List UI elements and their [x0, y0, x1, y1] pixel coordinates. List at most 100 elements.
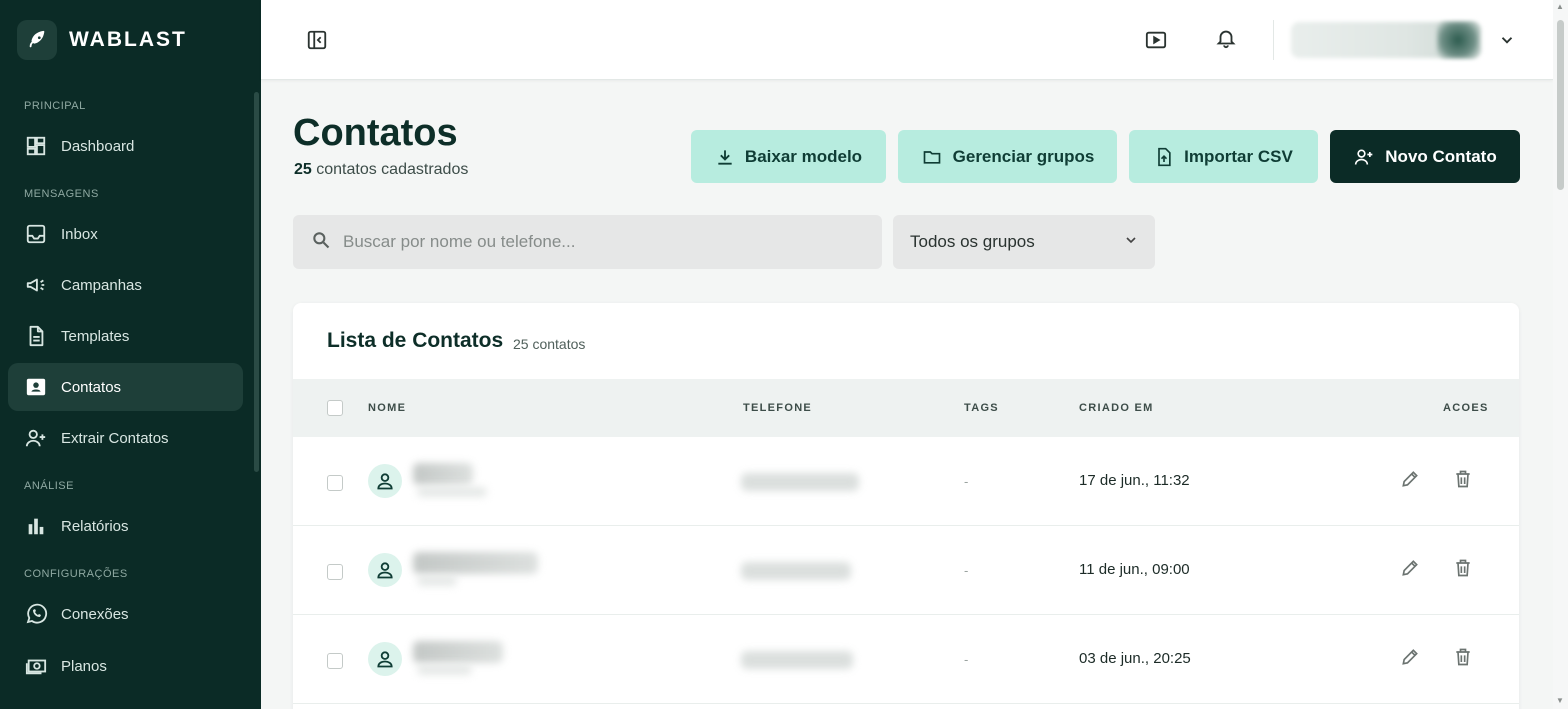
- sidebar-item-label: Campanhas: [61, 276, 142, 294]
- user-plus-icon: [24, 426, 48, 450]
- inbox-icon: [24, 222, 48, 246]
- column-header-phone[interactable]: TELEFONE: [743, 402, 812, 414]
- subtitle-text: contatos cadastrados: [311, 161, 469, 178]
- sidebar-item-extrair-contatos[interactable]: Extrair Contatos: [8, 414, 243, 462]
- contact-phone-redacted: [741, 473, 859, 491]
- select-all-checkbox[interactable]: [327, 400, 343, 416]
- sidebar-item-label: Planos: [61, 657, 107, 675]
- sidebar-toggle-icon[interactable]: [303, 26, 331, 54]
- sidebar-item-inbox[interactable]: Inbox: [8, 210, 243, 258]
- edit-icon[interactable]: [1396, 554, 1424, 582]
- download-icon: [715, 147, 735, 167]
- sidebar-scrollbar[interactable]: [254, 92, 259, 472]
- trash-icon[interactable]: [1449, 643, 1477, 671]
- avatar: [368, 464, 402, 498]
- contact-count: 25: [294, 161, 312, 178]
- sidebar-item-templates[interactable]: Templates: [8, 312, 243, 360]
- tags-cell: -: [964, 652, 969, 667]
- contacts-list-card: Lista de Contatos 25 contatos NOME TELEF…: [293, 303, 1519, 709]
- sidebar-item-planos[interactable]: Planos: [8, 642, 243, 690]
- sidebar-item-label: Templates: [61, 327, 130, 345]
- table-row[interactable]: - 17 de jun., 11:32: [293, 437, 1519, 526]
- created-at-cell: 11 de jun., 09:00: [1079, 561, 1190, 578]
- page-scrollbar[interactable]: ▲ ▼: [1553, 0, 1568, 709]
- new-contact-label: Novo Contato: [1385, 146, 1497, 166]
- manage-groups-button[interactable]: Gerenciar grupos: [898, 130, 1117, 183]
- contact-phone-redacted: [741, 651, 853, 669]
- contact-name-redacted: [413, 552, 538, 574]
- section-label-principal: PRINCIPAL: [24, 100, 86, 112]
- list-title: Lista de Contatos: [327, 329, 504, 352]
- group-select-value: Todos os grupos: [910, 232, 1035, 251]
- sidebar-item-dashboard[interactable]: Dashboard: [8, 122, 243, 170]
- chevron-down-icon: [1123, 232, 1139, 253]
- section-label-configuracoes: CONFIGURAÇÕES: [24, 568, 128, 580]
- topbar: [261, 0, 1553, 80]
- created-at-cell: 03 de jun., 20:25: [1079, 650, 1191, 667]
- trash-icon[interactable]: [1449, 465, 1477, 493]
- column-header-actions: ACOES: [1443, 402, 1489, 414]
- sidebar-item-contatos[interactable]: Contatos: [8, 363, 243, 411]
- edit-icon[interactable]: [1396, 643, 1424, 671]
- row-checkbox[interactable]: [327, 564, 343, 580]
- bar-chart-icon: [24, 514, 48, 538]
- row-checkbox[interactable]: [327, 475, 343, 491]
- column-header-tags[interactable]: TAGS: [964, 402, 999, 414]
- trash-icon[interactable]: [1449, 554, 1477, 582]
- brand[interactable]: WABLAST: [17, 20, 187, 60]
- whatsapp-icon: [24, 602, 48, 626]
- sidebar-item-relatorios[interactable]: Relatórios: [8, 502, 243, 550]
- created-at-cell: 17 de jun., 11:32: [1079, 472, 1190, 489]
- contact-name-redacted: [413, 641, 503, 663]
- sidebar-item-campanhas[interactable]: Campanhas: [8, 261, 243, 309]
- sidebar-item-label: Conexões: [61, 605, 129, 623]
- contact-subtext-redacted: [417, 576, 457, 586]
- sidebar-item-label: Dashboard: [61, 137, 135, 155]
- sidebar-item-label: Extrair Contatos: [61, 429, 169, 447]
- import-csv-label: Importar CSV: [1184, 146, 1293, 166]
- search-box[interactable]: [293, 215, 882, 269]
- chevron-down-icon[interactable]: [1493, 26, 1521, 54]
- sidebar-item-label: Relatórios: [61, 517, 129, 535]
- section-label-mensagens: MENSAGENS: [24, 188, 99, 200]
- section-label-analise: ANÁLISE: [24, 480, 74, 492]
- column-header-created[interactable]: CRIADO EM: [1079, 402, 1154, 414]
- download-template-label: Baixar modelo: [744, 146, 863, 166]
- tags-cell: -: [964, 474, 969, 489]
- import-csv-button[interactable]: Importar CSV: [1129, 130, 1318, 183]
- new-contact-button[interactable]: Novo Contato: [1330, 130, 1520, 183]
- page-subtitle: 25 contatos cadastrados: [294, 161, 468, 179]
- contact-name-redacted: [413, 463, 473, 485]
- sidebar-item-conexoes[interactable]: Conexões: [8, 590, 243, 638]
- contact-subtext-redacted: [417, 487, 487, 497]
- search-icon: [311, 230, 331, 255]
- edit-icon[interactable]: [1396, 465, 1424, 493]
- user-plus-icon: [1353, 147, 1375, 167]
- search-input[interactable]: [343, 232, 843, 252]
- contact-subtext-redacted: [417, 665, 472, 675]
- page-title: Contatos: [293, 112, 458, 154]
- column-header-name[interactable]: NOME: [368, 402, 406, 414]
- brand-name: WABLAST: [69, 28, 187, 51]
- topbar-divider: [1273, 20, 1274, 60]
- rocket-icon: [17, 20, 57, 60]
- money-icon: [24, 654, 48, 678]
- bell-icon[interactable]: [1212, 24, 1240, 52]
- contact-card-icon: [24, 375, 48, 399]
- document-icon: [24, 324, 48, 348]
- avatar: [368, 642, 402, 676]
- row-checkbox[interactable]: [327, 653, 343, 669]
- video-play-icon[interactable]: [1142, 26, 1170, 54]
- download-template-button[interactable]: Baixar modelo: [691, 130, 886, 183]
- contact-phone-redacted: [741, 562, 851, 580]
- tags-cell: -: [964, 563, 969, 578]
- avatar: [368, 553, 402, 587]
- table-row[interactable]: - 03 de jun., 20:25: [293, 615, 1519, 704]
- group-select[interactable]: Todos os grupos: [893, 215, 1155, 269]
- manage-groups-label: Gerenciar grupos: [952, 146, 1095, 166]
- avatar[interactable]: [1437, 22, 1479, 58]
- sidebar-item-label: Contatos: [61, 378, 122, 396]
- file-upload-icon: [1154, 146, 1174, 168]
- table-header: NOME TELEFONE TAGS CRIADO EM ACOES: [293, 379, 1519, 437]
- table-row[interactable]: - 11 de jun., 09:00: [293, 526, 1519, 615]
